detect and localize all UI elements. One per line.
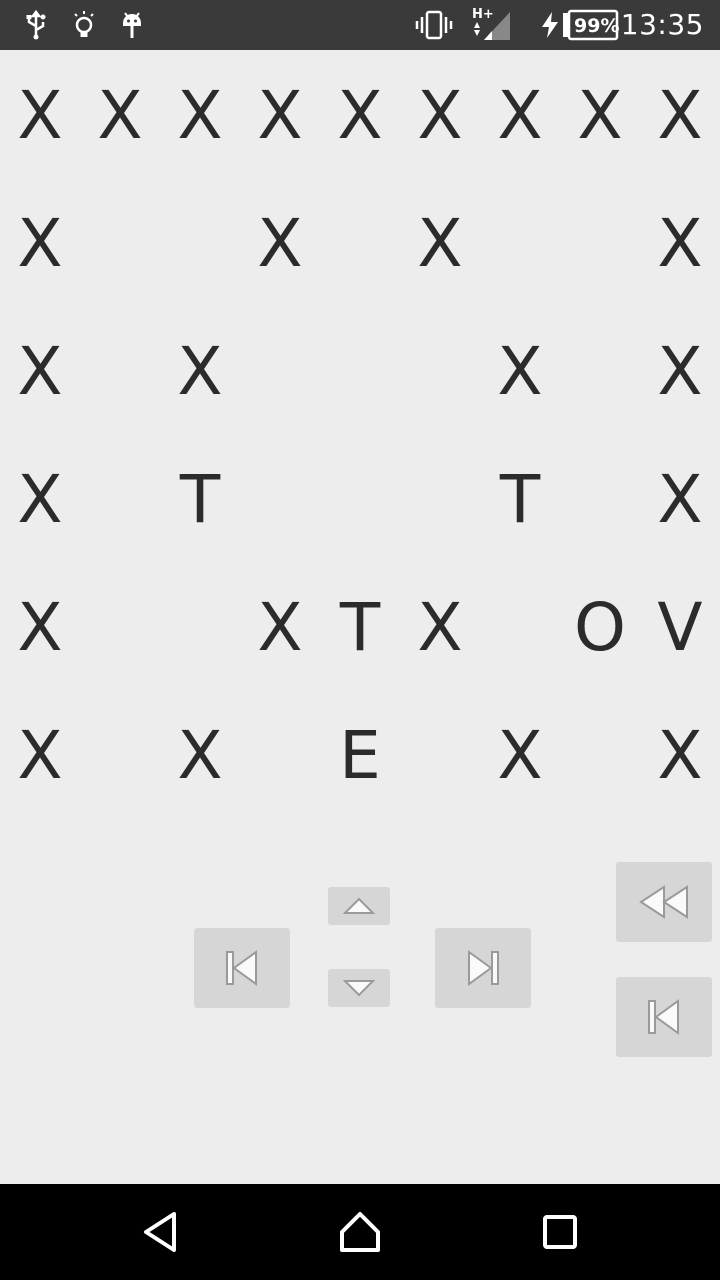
wall-cell: X <box>17 333 63 410</box>
arrow-up-icon <box>343 897 375 914</box>
skip-next-icon <box>468 950 499 986</box>
maze-row: XXXX <box>0 308 720 436</box>
move-down-button[interactable] <box>328 969 390 1007</box>
wall-cell: X <box>17 205 63 282</box>
wall-cell: X <box>417 77 463 154</box>
visited-cell: V <box>657 589 703 666</box>
usb-icon <box>26 9 46 40</box>
move-up-button[interactable] <box>328 887 390 925</box>
wall-cell: X <box>177 333 223 410</box>
wall-cell: X <box>177 717 223 794</box>
status-bar: H+ 99% 13:35 <box>0 0 720 50</box>
wall-cell: X <box>337 77 383 154</box>
wall-cell: X <box>657 205 703 282</box>
home-icon[interactable] <box>336 1208 384 1256</box>
charging-icon <box>542 12 558 38</box>
skip-previous-icon <box>226 950 257 986</box>
android-debug-icon <box>123 12 141 38</box>
previous-button[interactable] <box>194 928 290 1008</box>
maze-row: XXXX <box>0 180 720 308</box>
skip-to-start-icon <box>648 999 679 1035</box>
navigation-bar <box>0 1184 720 1280</box>
wall-cell: X <box>577 77 623 154</box>
wall-cell: X <box>497 77 543 154</box>
maze-row: XTTX <box>0 436 720 564</box>
vibrate-icon <box>415 10 453 40</box>
player-cell: O <box>574 589 626 666</box>
wall-cell: X <box>417 205 463 282</box>
wall-cell: X <box>17 77 63 154</box>
wall-cell: X <box>657 461 703 538</box>
maze-row: XXXXXXXXX <box>0 52 720 180</box>
restart-button[interactable] <box>616 977 712 1057</box>
wall-cell: X <box>257 77 303 154</box>
wall-cell: X <box>657 717 703 794</box>
wall-cell: X <box>17 717 63 794</box>
network-type-label: H+ <box>472 7 494 22</box>
wall-cell: X <box>657 77 703 154</box>
wall-cell: X <box>417 589 463 666</box>
battery-icon: 99% <box>563 9 619 41</box>
recents-icon[interactable] <box>536 1208 584 1256</box>
exit-cell: E <box>339 717 381 794</box>
back-icon[interactable] <box>136 1208 184 1256</box>
trap-cell: T <box>499 461 541 538</box>
arrow-down-icon <box>343 980 375 997</box>
wall-cell: X <box>17 461 63 538</box>
wall-cell: X <box>257 589 303 666</box>
trap-cell: T <box>339 589 381 666</box>
clock: 13:35 <box>620 8 704 41</box>
wall-cell: X <box>17 589 63 666</box>
wall-cell: X <box>657 333 703 410</box>
wall-cell: X <box>97 77 143 154</box>
maze-grid: XXXXXXXXXXXXXXXXXXTTXXXTXOVXXEXX <box>0 52 720 820</box>
battery-level: 99% <box>574 15 619 37</box>
rewind-button[interactable] <box>616 862 712 942</box>
trap-cell: T <box>179 461 221 538</box>
maze-row: XXEXX <box>0 692 720 820</box>
signal-icon: H+ <box>472 7 510 40</box>
rewind-icon <box>639 885 688 919</box>
wall-cell: X <box>177 77 223 154</box>
maze-row: XXTXOV <box>0 564 720 692</box>
wall-cell: X <box>497 333 543 410</box>
bulb-icon <box>74 11 94 37</box>
next-button[interactable] <box>435 928 531 1008</box>
wall-cell: X <box>257 205 303 282</box>
wall-cell: X <box>497 717 543 794</box>
